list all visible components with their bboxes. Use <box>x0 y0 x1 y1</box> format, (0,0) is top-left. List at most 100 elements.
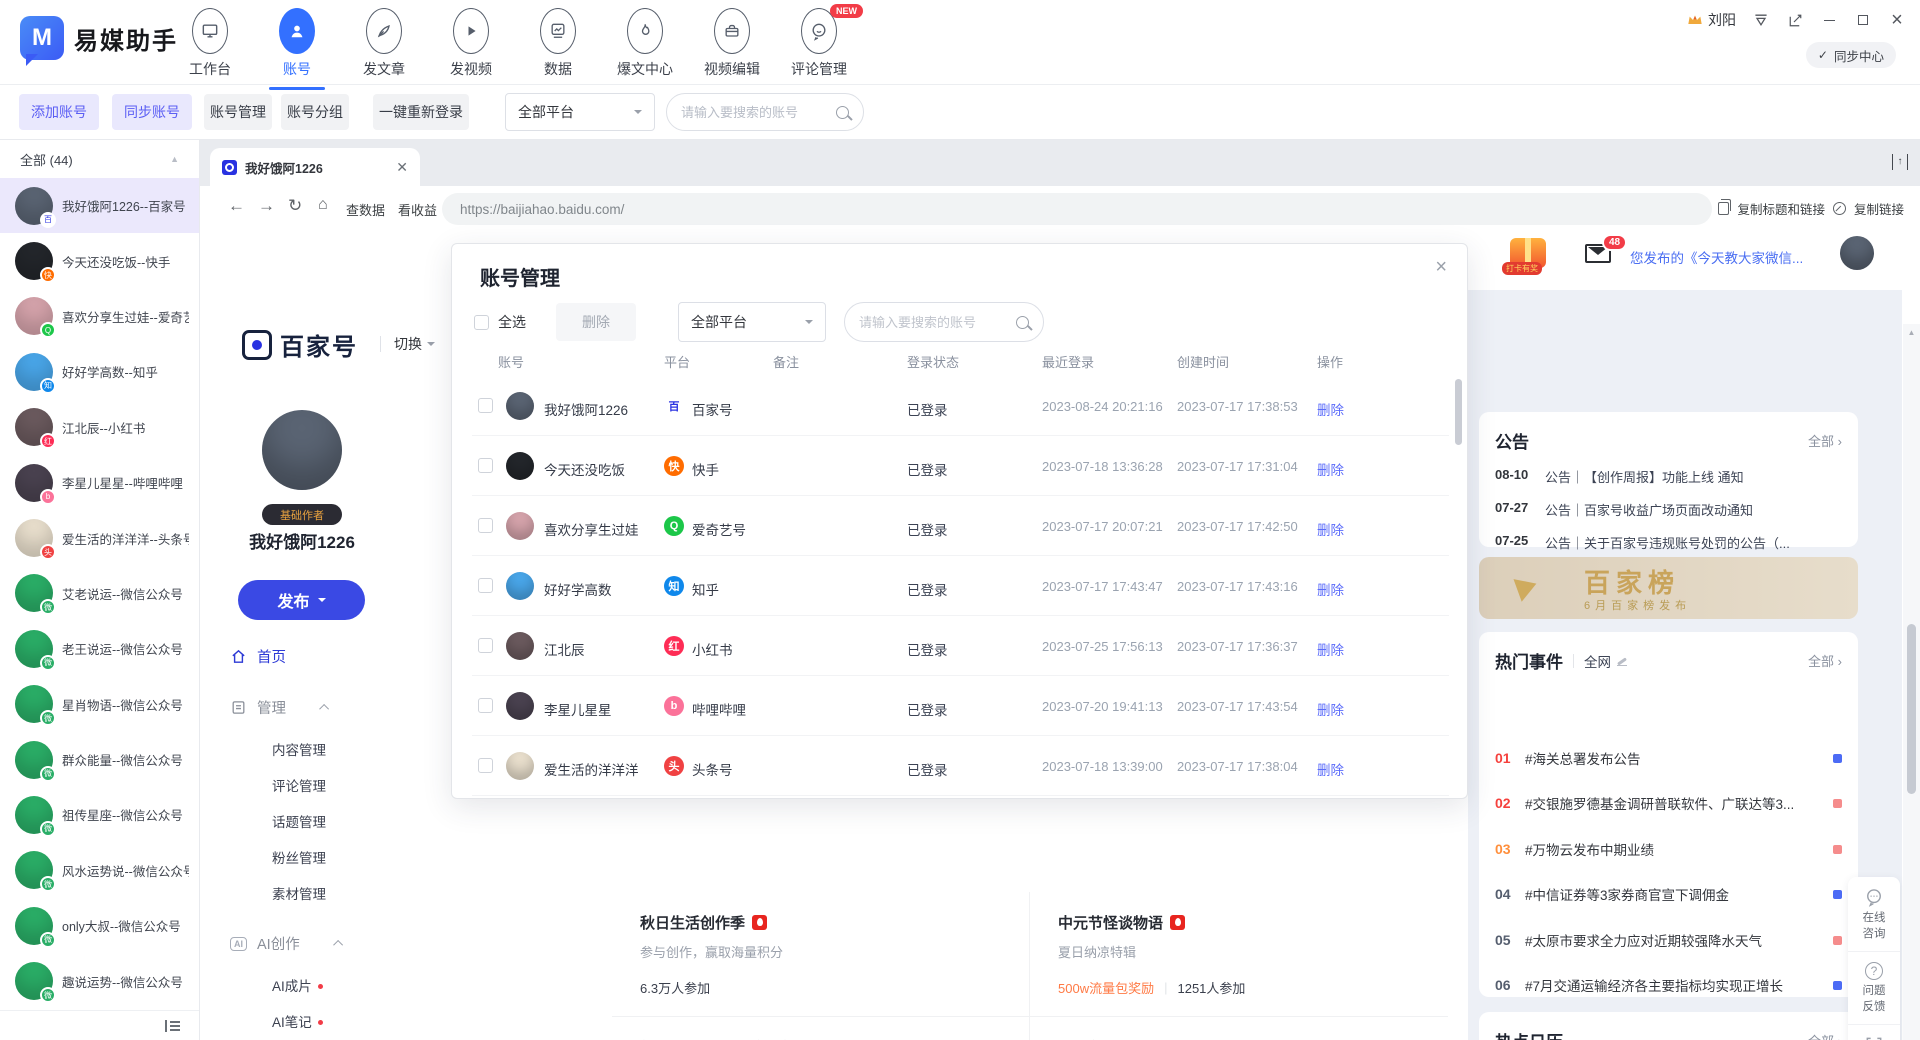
hot-calendar-more-link[interactable]: 全部 <box>1808 1031 1842 1040</box>
delete-account-link[interactable]: 删除 <box>1317 759 1344 779</box>
hot-event-item[interactable]: 03 #万物云发布中期业绩 <box>1495 839 1842 859</box>
sidebar-account-item[interactable]: Q 喜欢分享生过娃--爱奇艺号 <box>0 289 199 344</box>
hot-event-item[interactable]: 04 #中信证券等3家券商官宣下调佣金 <box>1495 884 1842 904</box>
search-icon[interactable] <box>836 106 849 119</box>
hot-event-item[interactable]: 05 #太原市要求全力应对近期较强降水天气 <box>1495 930 1842 950</box>
row-checkbox[interactable] <box>478 638 493 653</box>
announcement-item[interactable]: 07-25 公告｜关于百家号违规账号处罚的公告（... <box>1479 533 1858 552</box>
nav-item-workbench[interactable]: 工作台 <box>172 8 248 82</box>
sidebar-account-item[interactable]: 微 only大叔--微信公众号 <box>0 898 199 953</box>
nav-item-comment-manage[interactable]: NEW 评论管理 <box>781 8 857 82</box>
platform-filter-select[interactable]: 全部平台 <box>505 93 655 131</box>
activity-card[interactable]: 每周创作进行时（8月） 开启创作，瓜分万元奖励 100万积分|12.1万人参加 <box>612 1017 1030 1040</box>
collapse-panel-icon[interactable] <box>1752 11 1770 29</box>
nav-item-data[interactable]: 数据 <box>520 8 596 82</box>
account-manage-button[interactable]: 账号管理 <box>204 94 272 130</box>
url-bar[interactable]: https://baijiahao.baidu.com/ <box>442 193 1712 225</box>
sidebar-account-item[interactable]: 头 爱生活的洋洋洋--头条号 <box>0 510 199 565</box>
menu-item-ai-video[interactable]: AI成片 <box>272 975 323 995</box>
delete-account-link[interactable]: 删除 <box>1317 639 1344 659</box>
scrollbar-thumb[interactable] <box>1907 624 1916 794</box>
forward-icon[interactable]: → <box>258 196 275 216</box>
sidebar-account-item[interactable]: 知 好好学高数--知乎 <box>0 344 199 399</box>
scroll-up-icon[interactable] <box>1903 328 1920 337</box>
menu-item-comment-manage[interactable]: 评论管理 <box>272 775 326 795</box>
row-checkbox[interactable] <box>478 458 493 473</box>
activity-card[interactable]: 秋日生活创作季 参与创作，赢取海量积分 |6.3万人参加 <box>612 892 1030 1017</box>
row-checkbox[interactable] <box>478 578 493 593</box>
minimize-icon[interactable] <box>1820 11 1838 29</box>
menu-item-topic-manage[interactable]: 话题管理 <box>272 811 326 831</box>
sidebar-group-header[interactable]: 全部 (44) ▲ <box>0 140 199 178</box>
edit-icon[interactable] <box>1786 11 1804 29</box>
delete-account-link[interactable]: 删除 <box>1317 459 1344 479</box>
browser-tab[interactable]: 我好饿阿1226 ✕ <box>210 148 420 186</box>
relogin-all-button[interactable]: 一键重新登录 <box>373 94 469 130</box>
maximize-icon[interactable] <box>1854 11 1872 29</box>
menu-group-manage[interactable]: 管理 <box>230 697 329 718</box>
modal-search-input[interactable] <box>859 315 1016 330</box>
check-data-button[interactable]: 查数据 <box>346 200 385 219</box>
home-icon[interactable]: ⌂ <box>318 196 328 214</box>
copy-title-link-button[interactable]: 复制标题和链接 <box>1737 199 1825 218</box>
delete-account-link[interactable]: 删除 <box>1317 399 1344 419</box>
nav-item-hot-articles[interactable]: 爆文中心 <box>607 8 683 82</box>
notification-message-link[interactable]: 您发布的《今天教大家微信... <box>1630 247 1828 267</box>
modal-scrollbar-thumb[interactable] <box>1455 379 1462 445</box>
sync-account-button[interactable]: 同步账号 <box>112 94 192 130</box>
delete-account-link[interactable]: 删除 <box>1317 579 1344 599</box>
add-account-button[interactable]: 添加账号 <box>19 94 99 130</box>
check-revenue-button[interactable]: 看收益 <box>398 200 437 219</box>
announcement-item[interactable]: 08-10 公告｜【创作周报】功能上线 通知 <box>1479 467 1858 486</box>
nav-item-publish-video[interactable]: 发视频 <box>433 8 509 82</box>
row-checkbox[interactable] <box>478 758 493 773</box>
menu-item-content-manage[interactable]: 内容管理 <box>272 739 326 759</box>
sidebar-account-item[interactable]: 微 艾老说运--微信公众号 <box>0 566 199 621</box>
menu-item-fans-manage[interactable]: 粉丝管理 <box>272 847 326 867</box>
menu-item-home[interactable]: 首页 <box>230 646 286 667</box>
app-download-button[interactable]: APP下载 <box>1848 1025 1900 1040</box>
row-checkbox[interactable] <box>478 698 493 713</box>
modal-platform-select[interactable]: 全部平台 <box>678 302 826 342</box>
switch-account-button[interactable]: 切换 <box>380 334 435 354</box>
sidebar-account-item[interactable]: 百 我好饿阿1226--百家号 <box>0 178 199 233</box>
select-all-checkbox[interactable] <box>474 315 489 330</box>
account-group-button[interactable]: 账号分组 <box>281 94 349 130</box>
modal-close-icon[interactable] <box>1435 256 1447 279</box>
delete-account-link[interactable]: 删除 <box>1317 699 1344 719</box>
hot-events-scope[interactable]: 全网 <box>1573 651 1627 671</box>
nav-item-video-edit[interactable]: 视频编辑 <box>694 8 770 82</box>
tab-list-icon[interactable]: ↑ <box>1892 154 1908 170</box>
sync-center-button[interactable]: ✓ 同步中心 <box>1806 42 1896 68</box>
sidebar-account-item[interactable]: b 李星儿星星--哔哩哔哩 <box>0 455 199 510</box>
hot-event-item[interactable]: 02 #交银施罗德基金调研普联软件、广联达等3... <box>1495 793 1842 813</box>
sidebar-account-item[interactable]: 微 趣说运势--微信公众号 <box>0 953 199 1008</box>
tab-close-icon[interactable]: ✕ <box>396 159 408 176</box>
menu-group-ai[interactable]: AI创作 <box>230 933 343 954</box>
activity-card[interactable]: 二手车创作人 参与第二季活动，赢万元奖金、流量... 万元现金激励|1541人参… <box>1030 1017 1448 1040</box>
menu-item-material-manage[interactable]: 素材管理 <box>272 883 326 903</box>
nav-item-publish-article[interactable]: 发文章 <box>346 8 422 82</box>
publish-button[interactable]: 发布 <box>238 580 365 620</box>
sidebar-account-item[interactable]: 微 老王说运--微信公众号 <box>0 621 199 676</box>
page-scrollbar[interactable] <box>1903 324 1920 1040</box>
collapse-group-icon[interactable]: ▲ <box>170 154 179 164</box>
user-chip[interactable]: 刘阳 <box>1687 10 1736 30</box>
close-icon[interactable] <box>1888 11 1906 29</box>
hot-event-item[interactable]: 06 #7月交通运输经济各主要指标均实现正增长 <box>1495 975 1842 995</box>
hot-events-more-link[interactable]: 全部 <box>1808 651 1842 670</box>
baijia-rank-banner[interactable]: 百家榜 6月百家榜发布 <box>1479 557 1858 619</box>
sidebar-account-item[interactable]: 快 今天还没吃饭--快手 <box>0 233 199 288</box>
announcement-item[interactable]: 07-27 公告｜百家号收益广场页面改动通知 <box>1479 500 1858 519</box>
activity-card[interactable]: 中元节怪谈物语 夏日纳凉特辑 500w流量包奖励|1251人参加 <box>1030 892 1448 1017</box>
delete-account-link[interactable]: 删除 <box>1317 519 1344 539</box>
sidebar-account-item[interactable]: 微 星肖物语--微信公众号 <box>0 677 199 732</box>
online-support-button[interactable]: 在线咨询 <box>1848 877 1900 952</box>
sidebar-account-item[interactable]: 红 江北辰--小红书 <box>0 400 199 455</box>
search-icon[interactable] <box>1016 316 1029 329</box>
nav-item-accounts[interactable]: 账号 <box>259 8 335 82</box>
menu-item-ai-note[interactable]: AI笔记 <box>272 1011 323 1031</box>
delete-button[interactable]: 删除 <box>556 303 636 341</box>
row-checkbox[interactable] <box>478 518 493 533</box>
account-search-input[interactable] <box>681 105 836 120</box>
